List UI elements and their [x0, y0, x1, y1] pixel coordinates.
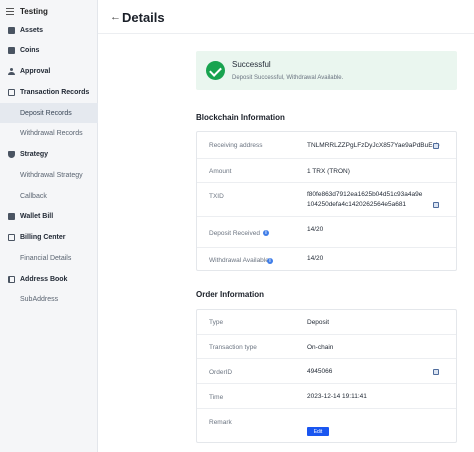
info-icon[interactable]: i	[262, 230, 269, 236]
row-label: TXID	[209, 193, 224, 200]
sidebar-item-label: Strategy	[20, 150, 49, 158]
row-txid: TXID f80fe863d7912ea1625b04d51c93a4a9e 1…	[197, 183, 456, 217]
time-value: 2023-12-14 19:11:41	[307, 393, 367, 400]
row-remark: Remark Edit	[197, 409, 456, 442]
copy-icon[interactable]	[433, 369, 439, 375]
sidebar-item-label: Address Book	[20, 275, 68, 283]
deposit-received-label: Deposit Received	[209, 230, 260, 237]
sidebar-item-address-book[interactable]: Address Book	[0, 269, 98, 289]
document-icon	[8, 88, 15, 96]
copy-icon[interactable]	[433, 202, 439, 208]
sidebar-item-withdrawal-strategy[interactable]: Withdrawal Strategy	[0, 165, 98, 185]
sidebar-item-label: Withdrawal Strategy	[20, 171, 83, 179]
sidebar-item-subaddress[interactable]: SubAddress	[0, 289, 98, 309]
row-label: Transaction type	[209, 344, 257, 351]
sidebar-item-label: Coins	[20, 46, 40, 54]
menu-icon[interactable]	[6, 7, 14, 15]
sidebar-item-label: Assets	[20, 26, 43, 34]
header-divider	[98, 33, 474, 34]
sidebar-item-financial-details[interactable]: Financial Details	[0, 248, 98, 268]
sidebar-item-strategy[interactable]: Strategy	[0, 144, 98, 164]
sidebar-item-assets[interactable]: Assets	[0, 20, 98, 40]
sidebar: Testing Assets Coins Approval Transactio…	[0, 0, 98, 452]
page-title: Details	[122, 10, 165, 25]
sidebar-item-wallet-bill[interactable]: Wallet Bill	[0, 206, 98, 226]
row-receiving-address: Receiving address TNLMRRLZZPgLFzDyJcX857…	[197, 132, 456, 159]
row-type: Type Deposit	[197, 310, 456, 335]
sidebar-item-callback[interactable]: Callback	[0, 186, 98, 206]
sidebar-item-label: Billing Center	[20, 233, 66, 241]
app-title: Testing	[20, 6, 48, 16]
card-icon	[8, 233, 15, 241]
user-icon	[8, 67, 15, 75]
sidebar-item-approval[interactable]: Approval	[0, 61, 98, 81]
sidebar-item-label: Callback	[20, 192, 47, 200]
row-label: OrderID	[209, 369, 233, 376]
section-title-order: Order Information	[196, 290, 265, 299]
row-time: Time 2023-12-14 19:11:41	[197, 384, 456, 409]
txid-value-line2: 104250defa4c1420262564e5a681	[307, 201, 407, 208]
sidebar-item-deposit-records[interactable]: Deposit Records	[0, 103, 98, 123]
blockchain-info-box: Receiving address TNLMRRLZZPgLFzDyJcX857…	[196, 131, 457, 271]
sidebar-header: Testing	[0, 0, 97, 22]
wallet-icon	[8, 212, 15, 220]
edit-button[interactable]: Edit	[307, 427, 329, 436]
row-transaction-type: Transaction type On-chain	[197, 335, 456, 359]
withdrawal-available-value: 14/20	[307, 255, 324, 262]
amount-value: 1 TRX (TRON)	[307, 168, 350, 175]
section-title-blockchain: Blockchain Information	[196, 113, 285, 122]
order-id-value: 4945066	[307, 368, 333, 375]
sidebar-item-withdrawal-records[interactable]: Withdrawal Records	[0, 123, 98, 143]
type-value: Deposit	[307, 319, 330, 326]
row-amount: Amount 1 TRX (TRON)	[197, 159, 456, 183]
row-label: Time	[209, 394, 224, 401]
row-label: Withdrawal Available	[209, 257, 269, 264]
shield-icon	[8, 150, 15, 158]
row-label: Amount	[209, 168, 232, 175]
coins-icon	[8, 46, 15, 54]
row-label: Remark	[209, 419, 232, 426]
arrow-left-icon[interactable]: ←	[110, 11, 121, 23]
deposit-received-value: 14/20	[307, 226, 324, 233]
sidebar-item-label: Transaction Records	[20, 88, 90, 96]
check-circle-icon	[206, 61, 225, 80]
order-info-box: Type Deposit Transaction type On-chain O…	[196, 309, 457, 443]
receiving-address-value: TNLMRRLZZPgLFzDyJcX857Yae9aPdBuEcb	[307, 142, 440, 149]
sidebar-item-billing-center[interactable]: Billing Center	[0, 227, 98, 247]
sidebar-item-label: Deposit Records	[20, 109, 72, 117]
row-deposit-received: Deposit Received i 14/20	[197, 217, 456, 248]
row-label: Receiving address	[209, 142, 263, 149]
sidebar-item-label: Approval	[20, 67, 51, 75]
row-label: Deposit Received i	[209, 230, 269, 237]
txid-value-line1: f80fe863d7912ea1625b04d51c93a4a9e	[307, 191, 423, 198]
sidebar-item-label: Financial Details	[20, 254, 72, 262]
row-withdrawal-available: Withdrawal Available i 14/20	[197, 248, 456, 270]
info-icon[interactable]: i	[267, 258, 273, 264]
status-description: Deposit Successful, Withdrawal Available…	[232, 75, 344, 81]
row-label: Type	[209, 319, 224, 326]
row-order-id: OrderID 4945066	[197, 359, 456, 384]
sidebar-item-transaction-records[interactable]: Transaction Records	[0, 82, 98, 102]
status-banner: Successful Deposit Successful, Withdrawa…	[196, 51, 457, 90]
sidebar-item-coins[interactable]: Coins	[0, 40, 98, 60]
sidebar-item-label: Wallet Bill	[20, 212, 54, 220]
status-title: Successful	[232, 60, 271, 69]
copy-icon[interactable]	[433, 143, 439, 149]
sidebar-item-label: Withdrawal Records	[20, 129, 83, 137]
book-icon	[8, 275, 15, 283]
assets-icon	[8, 26, 15, 34]
sidebar-item-label: SubAddress	[20, 295, 59, 303]
transaction-type-value: On-chain	[307, 344, 334, 351]
